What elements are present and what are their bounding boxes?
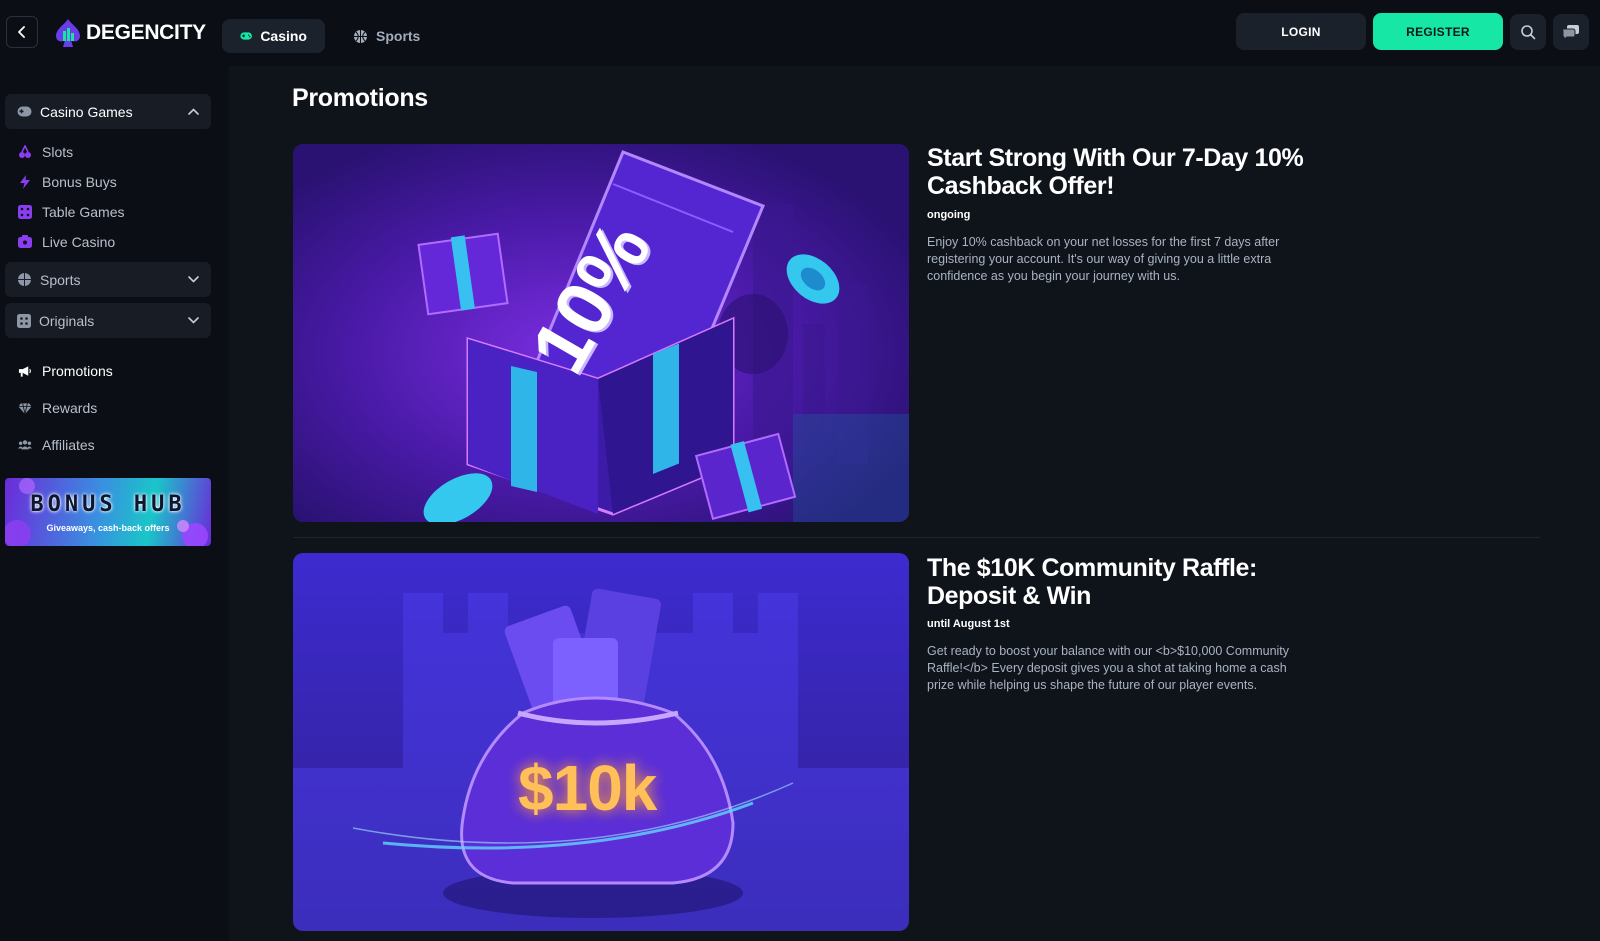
sidebar-item-slots[interactable]: Slots [18, 140, 73, 164]
chat-button[interactable] [1553, 14, 1589, 50]
search-icon [1521, 25, 1536, 40]
sidebar-item-label: Affiliates [42, 437, 95, 453]
promo-status-raffle: until August 1st [927, 618, 1010, 630]
promo-status-cashback: ongoing [927, 209, 971, 221]
logo[interactable]: DEGENCITY [54, 16, 206, 50]
sidebar-item-promotions[interactable]: Promotions [18, 359, 113, 383]
sidebar-item-bonus-buys[interactable]: Bonus Buys [18, 170, 117, 194]
bonus-hub-title: BONUS HUB [30, 492, 186, 517]
ball-icon [354, 29, 367, 43]
sidebar-section-casino-games[interactable]: Casino Games [5, 94, 211, 129]
dice-icon [18, 205, 32, 219]
promo-image-raffle[interactable]: $10k [293, 553, 909, 931]
tab-sports[interactable]: Sports [335, 19, 438, 53]
chevron-up-icon [188, 108, 199, 115]
sidebar-item-label: Live Casino [42, 234, 116, 250]
search-button[interactable] [1510, 14, 1546, 50]
sidebar-item-label: Rewards [42, 400, 98, 416]
live-camera-icon [18, 235, 32, 249]
chevron-left-icon [18, 26, 25, 38]
originals-icon [17, 313, 31, 328]
tab-sports-label: Sports [376, 28, 421, 44]
gamepad-icon [240, 32, 252, 40]
chat-icon [1562, 25, 1579, 40]
back-button[interactable] [6, 16, 38, 48]
users-icon [18, 438, 32, 452]
sidebar-item-live-casino[interactable]: Live Casino [18, 230, 115, 254]
gamepad-icon [17, 106, 32, 117]
promo-image-cashback[interactable]: 10% [293, 144, 909, 522]
bonus-hub-banner[interactable]: BONUS HUB Giveaways, cash-back offers [5, 478, 211, 546]
diamond-icon [18, 401, 32, 415]
login-button[interactable]: LOGIN [1236, 13, 1366, 50]
sidebar-item-affiliates[interactable]: Affiliates [18, 433, 95, 457]
page-title: Promotions [292, 84, 428, 112]
sidebar-item-rewards[interactable]: Rewards [18, 396, 97, 420]
sidebar-item-label: Bonus Buys [42, 174, 117, 190]
promo-image-raffle-text: $10k [518, 752, 657, 824]
sidebar-item-label: Table Games [42, 204, 125, 220]
chevron-down-icon [188, 317, 199, 324]
lightning-icon [18, 175, 32, 189]
ball-icon [18, 273, 31, 286]
sidebar-section-sports[interactable]: Sports [5, 262, 211, 297]
sidebar-item-label: Promotions [42, 363, 113, 379]
bonus-hub-subtitle: Giveaways, cash-back offers [46, 523, 170, 533]
tab-casino[interactable]: Casino [222, 19, 325, 53]
logo-text: DEGENCITY [86, 21, 206, 44]
promo-title-raffle[interactable]: The $10K Community Raffle: Deposit & Win [927, 554, 1347, 610]
promo-title-cashback[interactable]: Start Strong With Our 7-Day 10% Cashback… [927, 144, 1347, 200]
sidebar-item-table-games[interactable]: Table Games [18, 200, 124, 224]
sidebar-section-originals[interactable]: Originals [5, 303, 211, 338]
chevron-down-icon [188, 276, 199, 283]
promo-divider [293, 537, 1540, 538]
register-button[interactable]: REGISTER [1373, 13, 1503, 50]
sidebar-section-casino-games-label: Casino Games [40, 103, 133, 120]
sidebar: Casino Games Slots Bonus Buys Table Game… [0, 66, 229, 941]
sidebar-section-sports-label: Sports [40, 271, 81, 288]
top-bar: DEGENCITY Casino Sports LOGIN REGISTER [0, 0, 1600, 66]
tab-casino-label: Casino [260, 28, 307, 44]
promo-description-cashback: Enjoy 10% cashback on your net losses fo… [927, 235, 1280, 283]
slots-icon [18, 145, 32, 159]
sidebar-section-originals-label: Originals [39, 312, 95, 329]
megaphone-icon [18, 364, 32, 378]
raffle-illustration [293, 588, 909, 931]
promo-description-raffle: Get ready to boost your balance with our… [927, 644, 1290, 692]
sidebar-item-label: Slots [42, 144, 74, 160]
spade-logo-icon [56, 19, 80, 47]
